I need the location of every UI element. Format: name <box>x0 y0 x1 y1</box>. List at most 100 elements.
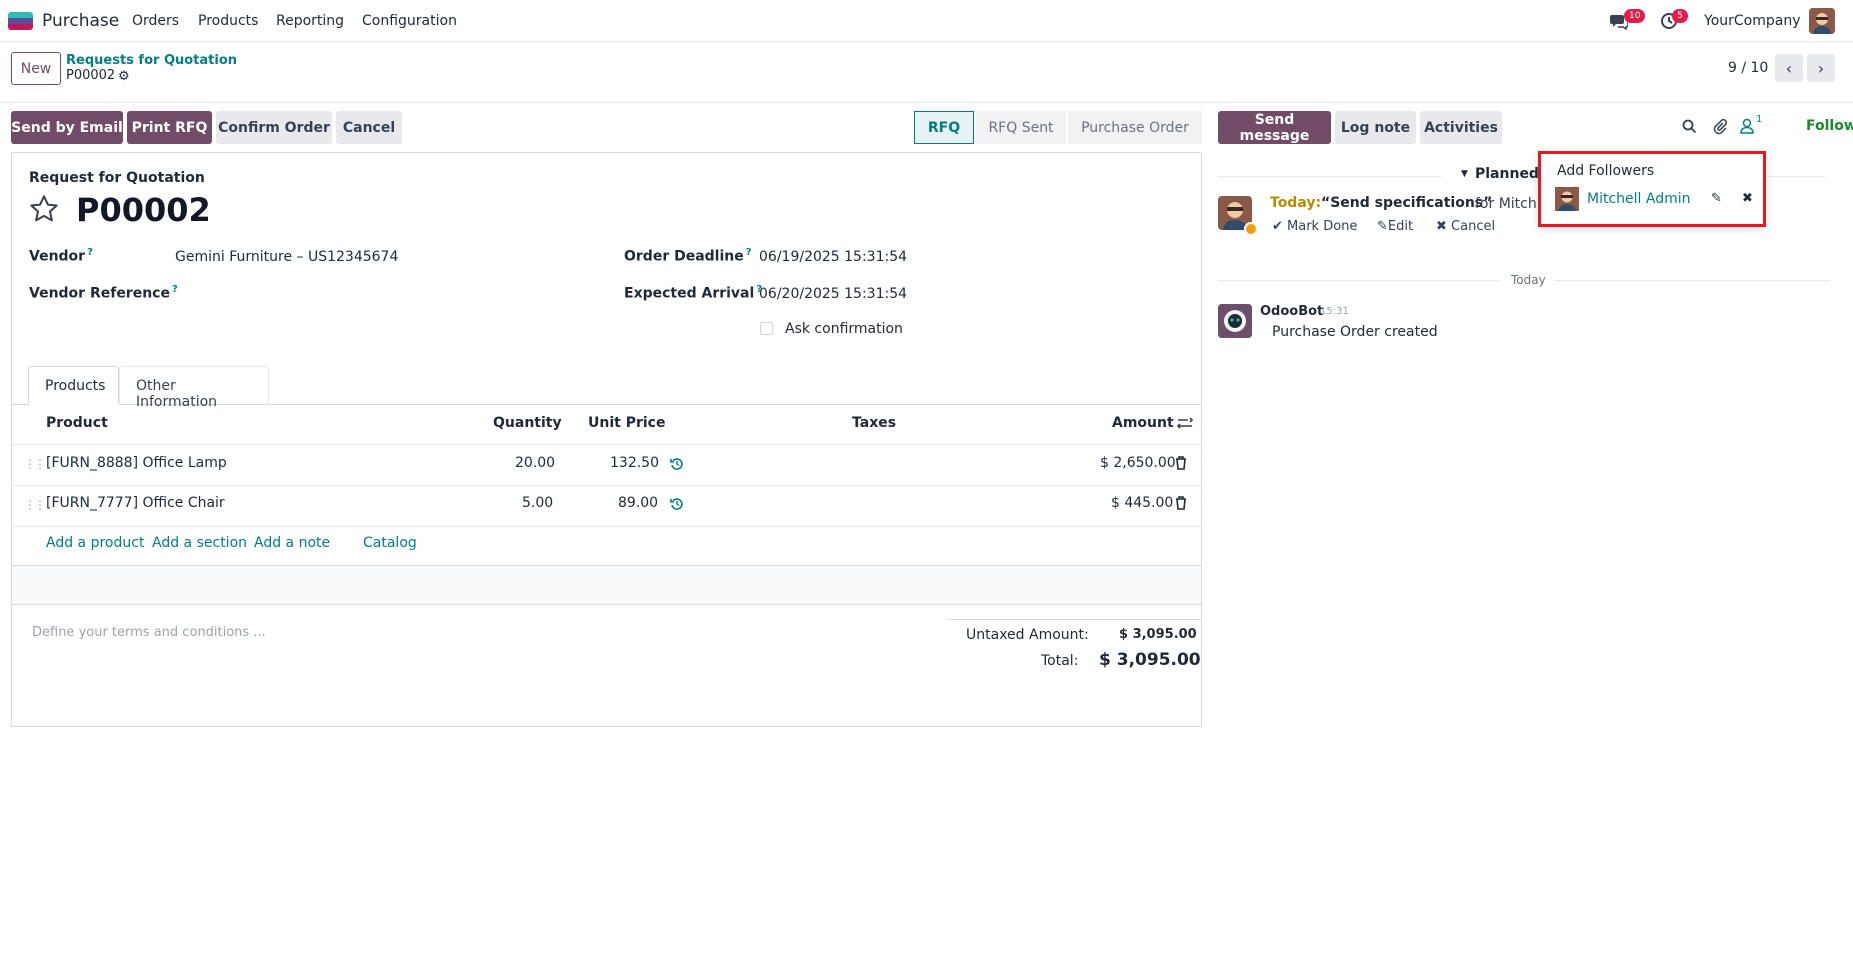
status-rfq-sent[interactable]: RFQ Sent <box>976 111 1066 144</box>
odoobot-avatar <box>1218 304 1252 338</box>
followers-count: 1 <box>1756 114 1763 125</box>
activity-assignee: for Mitch <box>1475 196 1537 212</box>
col-header-product[interactable]: Product <box>46 415 108 431</box>
total-value: $ 3,095.00 <box>1099 650 1201 670</box>
edit-follower-icon[interactable]: ✎ <box>1711 191 1722 206</box>
row-quantity[interactable]: 5.00 <box>522 495 553 511</box>
terms-conditions-field[interactable]: Define your terms and conditions ... <box>32 625 266 640</box>
following-button[interactable]: Following <box>1806 118 1853 134</box>
row-product[interactable]: [FURN_8888] Office Lamp <box>46 455 227 471</box>
add-note-link[interactable]: Add a note <box>254 535 330 551</box>
followers-user-icon[interactable] <box>1740 118 1754 138</box>
status-rfq[interactable]: RFQ <box>914 111 974 144</box>
messages-badge: 10 <box>1624 9 1646 23</box>
delete-row-icon[interactable] <box>1175 496 1187 514</box>
message-body: Purchase Order created <box>1272 324 1438 340</box>
print-rfq-button[interactable]: Print RFQ <box>127 111 212 144</box>
new-button[interactable]: New <box>11 52 61 85</box>
drag-handle-icon[interactable]: ⋮⋮ <box>24 498 46 512</box>
search-icon[interactable] <box>1682 119 1697 138</box>
row-unit-price[interactable]: 89.00 <box>618 495 658 511</box>
row-quantity[interactable]: 20.00 <box>515 455 555 471</box>
expected-arrival-label: Expected Arrival? <box>624 284 763 302</box>
menu-products[interactable]: Products <box>198 13 258 29</box>
row-unit-price[interactable]: 132.50 <box>610 455 659 471</box>
vendor-field[interactable]: Gemini Furniture – US12345674 <box>175 249 398 265</box>
total-label: Total: <box>1041 653 1079 669</box>
message-time: 15:31 <box>1320 306 1349 317</box>
planned-line-left <box>1218 176 1441 177</box>
star-icon[interactable] <box>28 193 60 229</box>
form-sheet: Request for Quotation P00002 Vendor? Gem… <box>11 152 1202 727</box>
breadcrumb-current: P00002 <box>66 68 116 83</box>
company-switcher[interactable]: YourCompany <box>1704 13 1801 29</box>
pager-previous-button[interactable]: ‹ <box>1775 54 1803 82</box>
menu-orders[interactable]: Orders <box>132 13 179 29</box>
ask-confirmation-label: Ask confirmation <box>785 321 903 337</box>
totals-top-line <box>947 619 1201 620</box>
send-by-email-button[interactable]: Send by Email <box>11 111 123 144</box>
vendor-reference-label: Vendor Reference? <box>29 284 178 302</box>
vendor-label: Vendor? <box>29 247 93 265</box>
totals-divider <box>12 604 1201 605</box>
log-note-button[interactable]: Log note <box>1335 111 1416 144</box>
table-row[interactable]: ⋮⋮ [FURN_8888] Office Lamp 20.00 132.50 … <box>12 445 1201 485</box>
edit-activity-button[interactable]: ✎Edit <box>1377 219 1413 234</box>
order-deadline-field[interactable]: 06/19/2025 15:31:54 <box>759 249 907 265</box>
row-divider <box>12 526 1201 527</box>
planned-line-right <box>1766 176 1826 177</box>
followers-popover: Add Followers Mitchell Admin ✎ ✖ <box>1538 151 1766 227</box>
ask-confirmation-checkbox[interactable] <box>760 322 773 335</box>
confirm-order-button[interactable]: Confirm Order <box>216 111 332 144</box>
untaxed-amount-value: $ 3,095.00 <box>1119 627 1197 642</box>
col-header-unit-price[interactable]: Unit Price <box>588 415 665 431</box>
drag-handle-icon[interactable]: ⋮⋮ <box>24 457 46 471</box>
user-avatar[interactable] <box>1809 8 1835 34</box>
expected-arrival-field[interactable]: 06/20/2025 15:31:54 <box>759 286 907 302</box>
col-header-quantity[interactable]: Quantity <box>493 415 562 431</box>
cancel-order-button[interactable]: Cancel <box>336 111 402 144</box>
col-header-amount[interactable]: Amount <box>1112 415 1174 431</box>
menu-configuration[interactable]: Configuration <box>362 13 457 29</box>
delete-row-icon[interactable] <box>1175 456 1187 474</box>
follower-name[interactable]: Mitchell Admin <box>1587 191 1691 207</box>
caret-down-icon[interactable]: ▼ <box>1461 169 1468 179</box>
activity-title: “Send specifications” <box>1321 195 1493 211</box>
price-history-icon[interactable] <box>670 497 684 515</box>
add-section-link[interactable]: Add a section <box>152 535 247 551</box>
optional-columns-icon[interactable] <box>1176 415 1194 435</box>
pager-next-button[interactable]: › <box>1807 54 1835 82</box>
add-followers-link[interactable]: Add Followers <box>1557 163 1654 179</box>
row-product[interactable]: [FURN_7777] Office Chair <box>46 495 225 511</box>
pager-value[interactable]: 9 / 10 <box>1728 60 1768 76</box>
send-message-button[interactable]: Send message <box>1218 111 1331 144</box>
menu-reporting[interactable]: Reporting <box>276 13 344 29</box>
cancel-activity-button[interactable]: ✖ Cancel <box>1436 219 1495 234</box>
price-history-icon[interactable] <box>670 457 684 475</box>
planned-toggle[interactable]: Planned <box>1475 166 1539 182</box>
breadcrumb-parent[interactable]: Requests for Quotation <box>66 53 237 68</box>
activities-button[interactable]: Activities <box>1420 111 1502 144</box>
mark-done-button[interactable]: ✔ Mark Done <box>1272 219 1357 234</box>
top-navbar: Purchase Orders Products Reporting Confi… <box>0 0 1853 42</box>
purchase-app-icon[interactable] <box>8 12 33 30</box>
today-line-right <box>1555 280 1830 281</box>
add-product-link[interactable]: Add a product <box>46 535 144 551</box>
paperclip-icon[interactable] <box>1712 118 1728 139</box>
status-purchase-order[interactable]: Purchase Order <box>1068 111 1202 144</box>
remove-follower-icon[interactable]: ✖ <box>1742 191 1753 206</box>
gear-icon[interactable]: ⚙ <box>118 69 130 84</box>
message-author[interactable]: OdooBot <box>1260 304 1323 319</box>
activities-badge: 5 <box>1672 9 1688 23</box>
vendor-reference-field[interactable] <box>175 284 575 304</box>
tab-other-information[interactable]: Other Information <box>119 366 269 410</box>
record-name: P00002 <box>76 191 211 229</box>
col-header-taxes[interactable]: Taxes <box>852 415 896 431</box>
app-name[interactable]: Purchase <box>42 11 119 31</box>
table-row[interactable]: ⋮⋮ [FURN_7777] Office Chair 5.00 89.00 $… <box>12 486 1201 526</box>
follower-avatar <box>1555 187 1579 211</box>
catalog-link[interactable]: Catalog <box>363 535 417 551</box>
row-amount: $ 445.00 <box>1111 495 1174 511</box>
tab-products[interactable]: Products <box>28 366 119 405</box>
row-amount: $ 2,650.00 <box>1100 455 1176 471</box>
